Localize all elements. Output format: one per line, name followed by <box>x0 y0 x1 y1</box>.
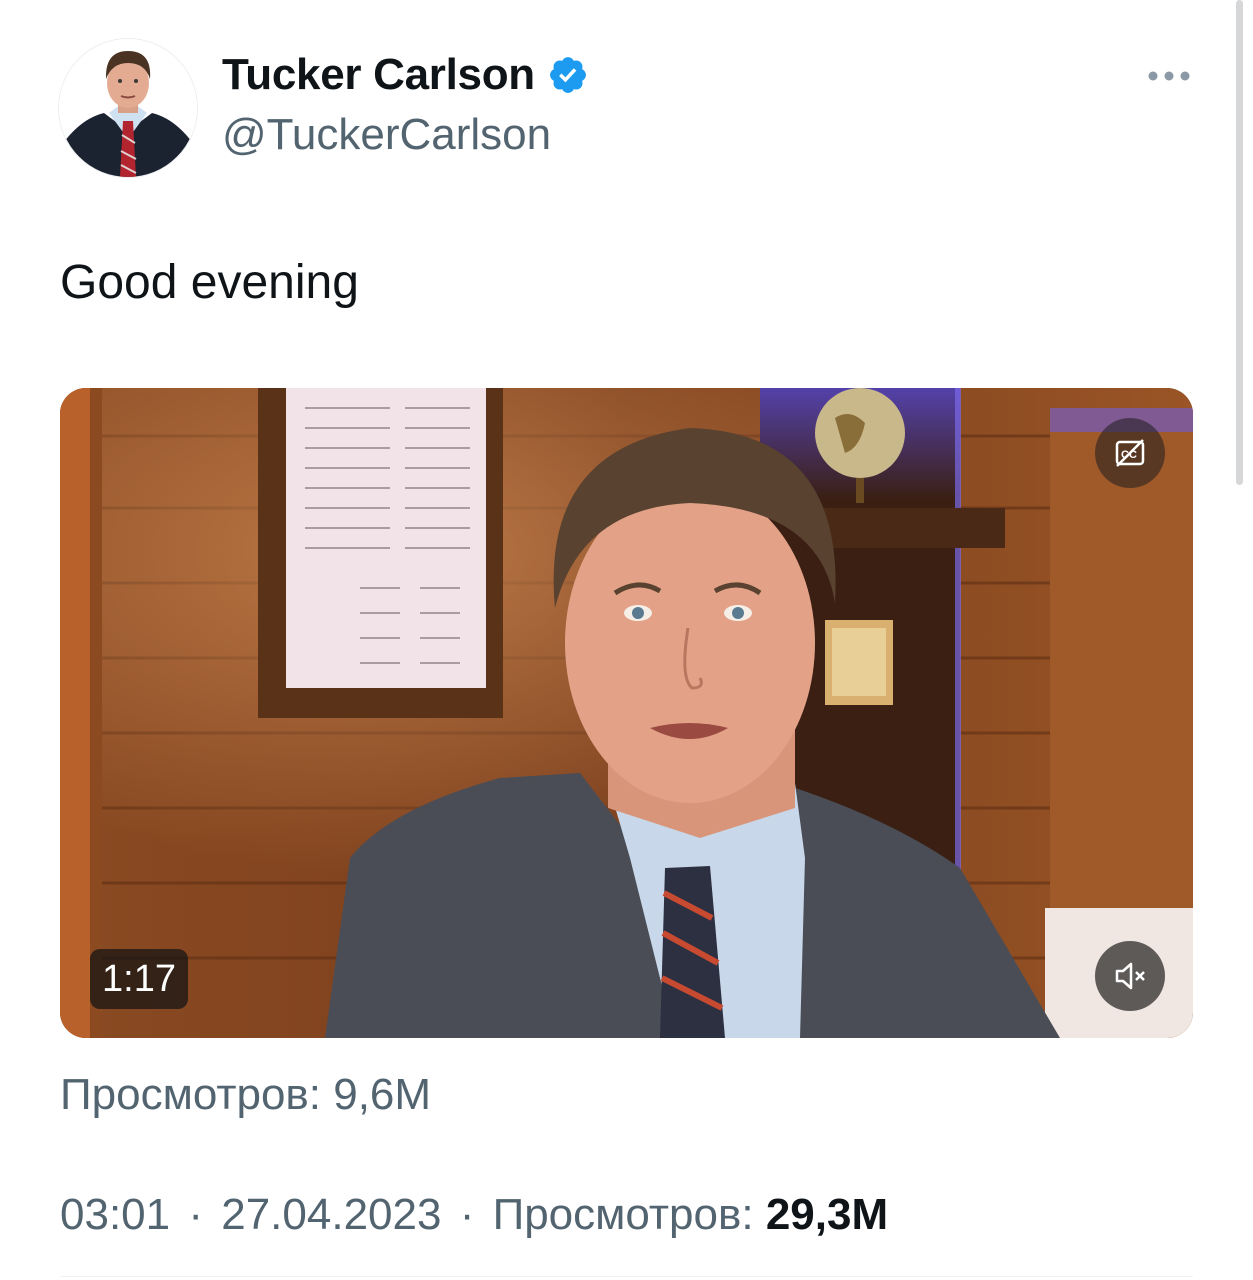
video-player[interactable]: CC 1:17 <box>60 388 1193 1038</box>
author-name-row[interactable]: Tucker Carlson <box>222 50 589 100</box>
more-options-button[interactable] <box>1146 62 1192 90</box>
closed-captions-off-icon: CC <box>1115 439 1145 467</box>
tweet-date[interactable]: 27.04.2023 <box>221 1190 441 1239</box>
page-scrollbar[interactable] <box>1236 0 1243 485</box>
more-options-icon <box>1148 71 1190 81</box>
meta-separator: · <box>459 1190 475 1239</box>
divider <box>60 1276 1193 1277</box>
unmute-button[interactable] <box>1095 941 1165 1011</box>
muted-speaker-icon <box>1115 962 1145 990</box>
author-avatar[interactable] <box>58 38 198 178</box>
avatar-photo <box>59 39 197 177</box>
meta-separator: · <box>188 1190 203 1239</box>
verified-badge-icon <box>549 57 586 93</box>
video-views: Просмотров: 9,6M <box>60 1070 432 1119</box>
author-display-name[interactable]: Tucker Carlson <box>222 50 535 100</box>
tweet-text: Good evening <box>60 256 359 309</box>
views-count[interactable]: 29,3M <box>766 1190 888 1239</box>
author-handle[interactable]: @TuckerCarlson <box>222 110 551 160</box>
video-frame <box>60 388 1193 1038</box>
video-duration: 1:17 <box>90 949 188 1009</box>
captions-button[interactable]: CC <box>1095 418 1165 488</box>
tweet-meta: 03:01 · 27.04.2023 · Просмотров: 29,3M <box>60 1190 888 1240</box>
tweet-time[interactable]: 03:01 <box>60 1190 170 1239</box>
views-prefix: Просмотров: <box>492 1190 754 1239</box>
